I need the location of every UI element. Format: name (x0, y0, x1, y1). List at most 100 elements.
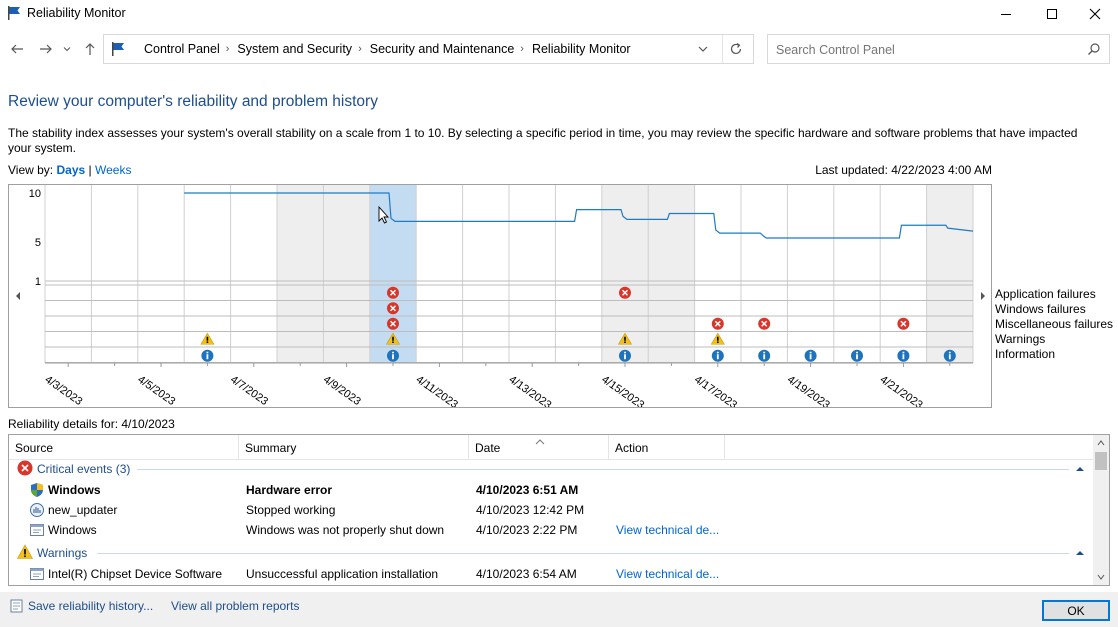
chevron-down-icon (698, 46, 708, 52)
breadcrumb-control-panel[interactable]: Control Panel (144, 42, 220, 56)
search-icon[interactable] (1087, 42, 1101, 59)
sort-up-icon (535, 435, 545, 448)
x-tick-label: 4/3/2023 (42, 374, 84, 407)
information-icon-dot (624, 351, 626, 354)
table-row[interactable]: Windows Hardware error 4/10/2023 6:51 AM (9, 480, 1094, 500)
recent-locations-button[interactable] (60, 38, 74, 60)
minimize-button[interactable] (983, 0, 1029, 28)
event-legend: Application failures Windows failures Mi… (995, 287, 1113, 362)
row-date: 4/10/2023 6:51 AM (476, 483, 579, 497)
address-history-dropdown[interactable] (697, 43, 709, 58)
chart-day-column (91, 185, 138, 363)
chart-day-column (45, 185, 92, 363)
group-warnings[interactable]: Warnings (16, 543, 87, 563)
collapse-button[interactable] (1075, 463, 1085, 477)
column-action[interactable]: Action (615, 441, 648, 455)
details-label: Reliability details for: 4/10/2023 (8, 417, 175, 431)
chevron-right-icon[interactable]: › (358, 43, 362, 55)
warning-icon-mark (206, 336, 209, 341)
chevron-up-icon (1076, 551, 1084, 555)
close-button[interactable] (1072, 0, 1118, 28)
group-divider (97, 553, 1069, 554)
flag-icon (6, 5, 22, 21)
x-tick-label: 4/7/2023 (228, 374, 270, 407)
x-tick-label: 4/21/2023 (878, 374, 925, 407)
chart-day-column (509, 185, 556, 363)
row-summary: Windows was not properly shut down (246, 523, 445, 537)
up-button[interactable] (79, 38, 101, 60)
chevron-down-icon (63, 47, 71, 52)
view-by-label: View by: (8, 163, 54, 177)
x-tick-label: 4/15/2023 (599, 374, 646, 407)
chart-day-column (648, 185, 695, 363)
view-weeks-link[interactable]: Weeks (95, 163, 131, 177)
last-updated: Last updated: 4/22/2023 4:00 AM (815, 163, 992, 177)
search-input[interactable] (776, 41, 1076, 59)
group-divider (137, 469, 1069, 470)
column-divider[interactable] (468, 435, 469, 459)
information-icon-dot (206, 351, 209, 354)
refresh-button[interactable] (728, 41, 744, 60)
intro-text: The stability index assesses your system… (8, 126, 1078, 155)
breadcrumb-reliability-monitor[interactable]: Reliability Monitor (532, 42, 631, 56)
warning-icon-dot (717, 341, 719, 343)
warning-icon-dot (206, 341, 209, 343)
chart-day-column (787, 185, 834, 363)
window-title: Reliability Monitor (27, 6, 126, 20)
chevron-left-icon[interactable] (16, 292, 20, 300)
warning-icon-dot (624, 341, 626, 343)
column-divider[interactable] (238, 435, 239, 459)
information-icon-dot (948, 351, 951, 354)
collapse-button[interactable] (1075, 547, 1085, 561)
address-bar[interactable]: Control Panel › System and Security › Se… (103, 34, 754, 64)
chevron-up-icon (1076, 467, 1084, 471)
y-tick-label: 1 (35, 276, 41, 288)
x-tick-label: 4/5/2023 (135, 374, 177, 407)
information-icon-mark (763, 354, 766, 360)
breadcrumb-system-and-security[interactable]: System and Security (237, 42, 352, 56)
group-critical-events[interactable]: Critical events (3) (17, 460, 130, 478)
table-row[interactable]: Intel(R) Chipset Device Software Unsucce… (9, 564, 1094, 584)
chart-day-column (880, 185, 927, 363)
scrollbar-thumb[interactable] (1095, 452, 1107, 470)
chart-day-column (230, 185, 277, 363)
chevron-right-icon[interactable]: › (226, 43, 230, 55)
chevron-right-icon[interactable]: › (520, 43, 524, 55)
view-technical-details-link[interactable]: View technical de... (616, 523, 719, 537)
legend-information: Information (995, 347, 1056, 361)
table-row[interactable]: Windows Windows was not properly shut do… (9, 520, 1094, 540)
column-source[interactable]: Source (15, 441, 53, 455)
refresh-icon (730, 43, 742, 55)
minimize-icon (1001, 14, 1011, 15)
x-tick-label: 4/19/2023 (785, 374, 832, 407)
breadcrumb-security-and-maintenance[interactable]: Security and Maintenance (370, 42, 515, 56)
scrollbar[interactable] (1093, 435, 1109, 585)
address-divider (722, 35, 723, 63)
information-icon-mark (902, 354, 905, 360)
view-all-problem-reports-link[interactable]: View all problem reports (171, 599, 300, 613)
ok-button[interactable]: OK (1042, 600, 1110, 621)
forward-button[interactable] (35, 38, 57, 60)
column-date[interactable]: Date (475, 441, 500, 455)
reliability-chart[interactable]: 10 5 1 4/3/2023 4/5/2023 4/7/2023 4/9/2023 4/11… (8, 184, 992, 408)
column-summary[interactable]: Summary (245, 441, 296, 455)
reliability-chart-svg[interactable]: 10 5 1 4/3/2023 4/5/2023 4/7/2023 4/9/2023 4/11… (9, 185, 991, 407)
chart-day-column (555, 185, 602, 363)
information-icon-mark (809, 354, 812, 360)
arrow-up-icon (85, 43, 95, 55)
column-divider[interactable] (724, 435, 725, 459)
chevron-right-icon[interactable] (981, 292, 985, 300)
view-technical-details-link[interactable]: View technical de... (616, 567, 719, 581)
column-divider[interactable] (608, 435, 609, 459)
maximize-button[interactable] (1029, 0, 1075, 28)
row-date: 4/10/2023 12:42 PM (476, 503, 585, 517)
information-icon-dot (856, 351, 858, 354)
back-button[interactable] (6, 38, 28, 60)
legend-warnings: Warnings (995, 332, 1046, 346)
table-row[interactable]: new_updater Stopped working 4/10/2023 12… (9, 500, 1094, 520)
save-reliability-history-link[interactable]: Save reliability history... (28, 599, 153, 613)
information-icon-mark (624, 354, 626, 360)
y-tick-label: 10 (29, 188, 41, 200)
view-days-link[interactable]: Days (56, 163, 85, 177)
warning-icon (16, 543, 34, 563)
